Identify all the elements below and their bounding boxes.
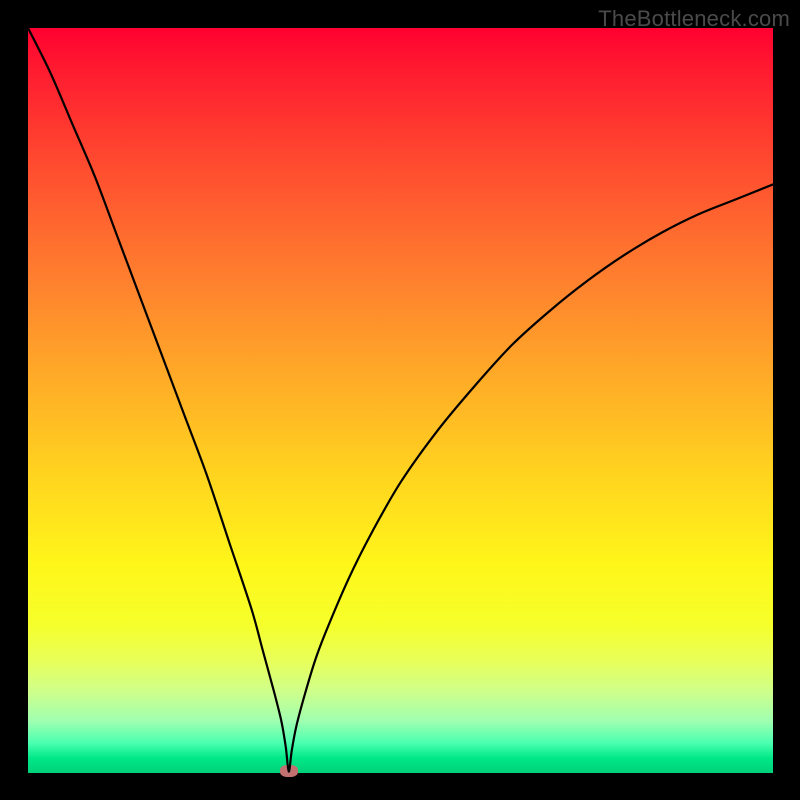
plot-area [28,28,773,773]
bottleneck-curve [28,28,773,773]
chart-frame: TheBottleneck.com [0,0,800,800]
watermark-text: TheBottleneck.com [598,6,790,32]
